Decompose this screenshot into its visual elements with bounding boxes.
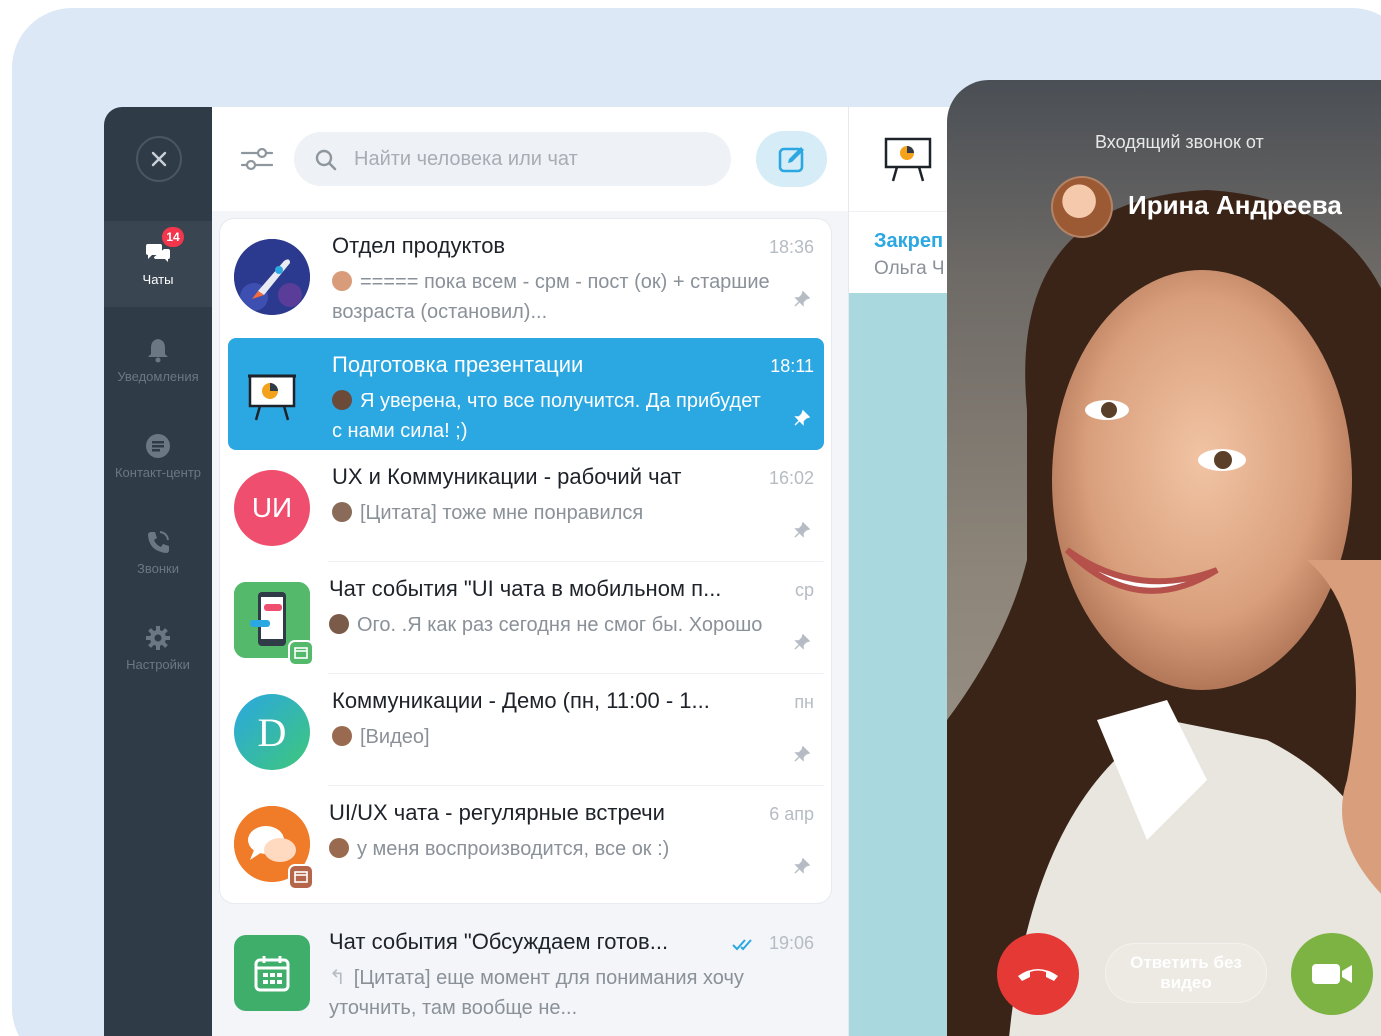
avatar: UИ: [234, 470, 310, 546]
chat-time: 6 апр: [769, 804, 814, 824]
chat-preview: у меня воспроизводится, все ок :): [329, 834, 769, 864]
sidebar-item-label: Уведомления: [117, 368, 199, 384]
pin-icon: [794, 410, 810, 426]
video-camera-icon: [1312, 964, 1352, 984]
avatar: D: [234, 694, 310, 770]
chat-title: Чат события "UI чата в мобильном п...: [329, 576, 722, 601]
caller-video-preview: [947, 190, 1381, 1036]
list-item[interactable]: Чат события "Обсуждаем готов... 19:06 ↰[…: [228, 907, 824, 1036]
list-item[interactable]: Чат события "UI чата в мобильном п... ср…: [228, 562, 824, 674]
sender-avatar: [329, 614, 349, 634]
sender-avatar: [332, 502, 352, 522]
compose-icon: [778, 147, 804, 173]
decline-call-button[interactable]: [997, 933, 1079, 1015]
search-input[interactable]: [354, 132, 714, 186]
pin-icon: [794, 291, 810, 307]
chat-preview: [Цитата] тоже мне понравился: [332, 498, 772, 528]
chat-time: 16:02: [768, 468, 814, 488]
sender-avatar: [332, 390, 352, 410]
chat-time: 18:36: [768, 237, 814, 257]
chat-title: Подготовка презентации: [332, 352, 584, 377]
chat-header-panel: Закреп Ольга Ч: [848, 107, 959, 1036]
chat-title: Коммуникации - Демо (пн, 11:00 - 1...: [332, 688, 710, 713]
calendar-icon: [254, 956, 290, 992]
sidebar-item-notifications[interactable]: Уведомления: [104, 317, 212, 403]
list-item[interactable]: Отдел продуктов 18:36 ===== пока всем - …: [228, 219, 824, 331]
chat-title: UI/UX чата - регулярные встречи: [329, 800, 665, 825]
search-icon: [315, 149, 337, 171]
incoming-call-panel: Входящий звонок от Ирина Андреева Ответи…: [947, 80, 1381, 1036]
chat-list-panel: Отдел продуктов 18:36 ===== пока всем - …: [212, 107, 848, 1036]
chat-background: [849, 293, 959, 1036]
list-item[interactable]: UI/UX чата - регулярные встречи 6 апр у …: [228, 786, 824, 898]
sender-avatar: [332, 271, 352, 291]
sidebar-item-label: Контакт-центр: [114, 464, 202, 480]
chat-preview: Ого. .Я как раз сегодня не смог бы. Хоро…: [329, 610, 769, 640]
pinned-author: Ольга Ч: [874, 258, 945, 279]
gear-icon: [146, 625, 170, 650]
reply-icon: ↰: [329, 967, 346, 989]
calendar-badge-icon: [288, 864, 314, 890]
caller-avatar: [1051, 176, 1113, 238]
chat-list-toolbar: [212, 107, 848, 211]
sidebar-item-label: Звонки: [137, 560, 179, 576]
chat-title: Отдел продуктов: [332, 233, 506, 258]
new-chat-button[interactable]: [756, 131, 827, 187]
pin-icon: [794, 858, 810, 874]
bell-icon: [148, 338, 168, 362]
presentation-board-icon: [248, 374, 296, 421]
chat-time: 18:11: [770, 356, 814, 376]
list-item[interactable]: Подготовка презентации 18:11 Я уверена, …: [228, 338, 824, 450]
chat-preview: ↰ [Цитата] еще момент для понимания хочу …: [329, 967, 744, 1019]
avatar: [234, 239, 310, 315]
answer-video-button[interactable]: [1291, 933, 1373, 1015]
filter-sliders-icon: [240, 147, 274, 171]
unread-badge: 14: [162, 227, 184, 247]
sidebar-item-label: Настройки: [126, 656, 190, 672]
presentation-board-icon: [884, 137, 932, 182]
pinned-title: Закреп: [874, 230, 944, 252]
hang-up-icon: [1018, 969, 1058, 981]
close-icon: [151, 151, 167, 167]
sidebar-item-calls[interactable]: Звонки: [104, 509, 212, 595]
answer-without-video-button[interactable]: Ответить без видео: [1105, 943, 1267, 1003]
chat-title: UX и Коммуникации - рабочий чат: [332, 464, 682, 489]
sidebar-item-label: Чаты: [142, 271, 174, 287]
pin-icon: [794, 634, 810, 650]
pinned-message[interactable]: Закреп Ольга Ч: [849, 211, 959, 293]
sidebar-item-settings[interactable]: Настройки: [104, 605, 212, 691]
list-item[interactable]: D Коммуникации - Демо (пн, 11:00 - 1... …: [228, 674, 824, 786]
list-item[interactable]: UИ UX и Коммуникации - рабочий чат 16:02…: [228, 450, 824, 562]
chat-time: 19:06: [768, 933, 814, 953]
rocket-icon: [234, 239, 310, 315]
sender-avatar: [332, 726, 352, 746]
read-checkmarks-icon: [732, 939, 752, 951]
pin-icon: [794, 522, 810, 538]
close-button[interactable]: [136, 136, 182, 182]
call-label: Входящий звонок от: [1095, 132, 1264, 152]
search-bar: [294, 132, 731, 186]
caller-name: Ирина Андреева: [1128, 190, 1342, 220]
chat-list: Отдел продуктов 18:36 ===== пока всем - …: [220, 219, 831, 903]
calendar-badge-icon: [288, 640, 314, 666]
chat-preview: [Видео]: [332, 722, 772, 752]
avatar: [234, 358, 310, 434]
phone-icon: [148, 530, 169, 553]
contact-center-icon: [146, 433, 170, 458]
chat-time: ср: [794, 580, 814, 600]
left-sidebar: 14 Чаты Уведомления Контакт-центр Звонки: [104, 107, 212, 1036]
sidebar-item-contact-center[interactable]: Контакт-центр: [104, 413, 212, 499]
chat-preview: ===== пока всем - срм - пост (ок) + стар…: [332, 271, 770, 323]
filter-button[interactable]: [240, 145, 274, 173]
chat-preview: Я уверена, что все получится. Да прибуде…: [332, 390, 761, 442]
pin-icon: [794, 746, 810, 762]
avatar: [234, 935, 310, 1011]
sender-avatar: [329, 838, 349, 858]
chat-title: Чат события "Обсуждаем готов...: [329, 929, 669, 954]
sidebar-item-chats[interactable]: 14 Чаты: [104, 221, 212, 307]
chat-time: пн: [794, 692, 814, 712]
